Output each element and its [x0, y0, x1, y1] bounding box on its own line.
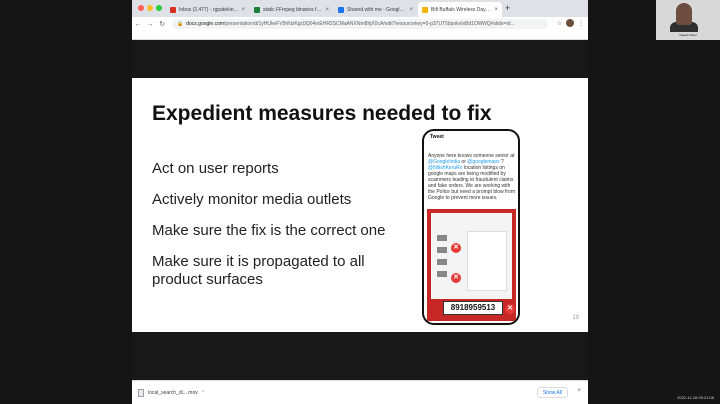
tab-title: static FFmpeg binaries for ma [263, 6, 322, 13]
download-item[interactable]: local_search_di....mov ⌃ [138, 387, 208, 399]
address-bar[interactable]: 🔒 docs.google.com /presentation/d/1yHUke… [172, 19, 548, 29]
menu-kebab-icon[interactable]: ⋮ [578, 20, 584, 27]
lock-icon: 🔒 [177, 21, 184, 27]
bullet-item: Make sure it is propagated to all produc… [152, 253, 365, 288]
tab-inbox[interactable]: Inbox (2,477) - rgpatekin@gm × [166, 2, 249, 17]
forward-icon[interactable]: → [144, 21, 156, 28]
sheets-icon [254, 6, 260, 13]
screen: Inbox (2,477) - rgpatekin@gm × static FF… [0, 0, 720, 404]
download-file-name: local_search_di....mov [148, 390, 198, 396]
new-tab-button[interactable]: + [505, 3, 510, 13]
back-icon[interactable]: ← [132, 21, 144, 28]
listing-thumbnail [437, 247, 447, 253]
bullet-item: Actively monitor media outlets [152, 191, 352, 208]
tweet-text-part: location listings on google maps are bei… [428, 165, 515, 201]
window-minimize-button[interactable] [147, 5, 153, 11]
chevron-down-icon[interactable]: ⌃ [201, 390, 205, 396]
slide-number: 19 [572, 315, 579, 321]
reload-icon[interactable]: ↻ [156, 20, 168, 28]
slides-icon [422, 6, 428, 13]
presenter-name: Rajesh Patel [679, 33, 697, 37]
profile-avatar[interactable] [566, 19, 574, 27]
browser-toolbar: ← → ↻ 🔒 docs.google.com /presentation/d/… [132, 17, 588, 31]
download-bar: local_search_di....mov ⌃ Show All × [132, 380, 588, 404]
tab-title: Bifi Buffalo Wireless Day Prop [431, 6, 492, 13]
listing-thumbnail [437, 271, 447, 277]
tab-close-icon[interactable]: × [325, 7, 329, 13]
slide-title: Expedient measures needed to fix [152, 102, 492, 125]
bookmark-bar [132, 31, 588, 40]
drive-icon [338, 6, 344, 13]
webcam-feed: Rajesh Patel [656, 0, 720, 40]
show-all-button[interactable]: Show All [536, 387, 568, 398]
tab-strip: Inbox (2,477) - rgpatekin@gm × static FF… [132, 0, 588, 17]
url-path: /presentation/d/1yHUkeFV9hNzKgc0Q04mEHR2… [224, 21, 515, 27]
tab-drive[interactable]: Shared with me - Google Drive × [334, 2, 417, 17]
listing-thumbnail [437, 259, 447, 265]
tweet-header: Tweet [430, 134, 444, 140]
red-x-icon: ✕ [505, 304, 515, 314]
browser-window: Inbox (2,477) - rgpatekin@gm × static FF… [132, 0, 588, 40]
url-domain: docs.google.com [186, 21, 225, 27]
maps-screenshot: ✕ ✕ [431, 213, 512, 299]
red-x-icon: ✕ [451, 273, 461, 283]
tab-slides[interactable]: Bifi Buffalo Wireless Day Prop × [418, 2, 502, 17]
slide: Expedient measures needed to fix Act on … [132, 78, 588, 332]
toolbar-actions: ☆ ⋮ [557, 19, 584, 27]
presenter-head [676, 3, 692, 25]
red-x-icon: ✕ [451, 243, 461, 253]
tab-close-icon[interactable]: × [409, 7, 413, 13]
bullet-item: Act on user reports [152, 160, 279, 177]
tab-close-icon[interactable]: × [494, 7, 498, 13]
window-close-button[interactable] [138, 5, 144, 11]
gmail-icon [170, 6, 176, 13]
close-icon[interactable]: × [577, 388, 581, 394]
bullet-item: Make sure the fix is the correct one [152, 222, 386, 239]
tweet-text: Anyone here knows someone senior at @Goo… [428, 153, 518, 201]
listing-thumbnail [437, 235, 447, 241]
tweet-image: ✕ ✕ 8918959513 ✕ [427, 209, 516, 321]
tab-close-icon[interactable]: × [241, 7, 245, 13]
bookmark-star-icon[interactable]: ☆ [557, 20, 562, 27]
listing-detail-card [467, 231, 507, 291]
tab-ffmpeg[interactable]: static FFmpeg binaries for ma × [250, 2, 333, 17]
tab-title: Inbox (2,477) - rgpatekin@gm [179, 6, 239, 13]
phone-screenshot: Tweet Anyone here knows someone senior a… [422, 129, 520, 325]
file-icon [138, 389, 144, 397]
window-maximize-button[interactable] [156, 5, 162, 11]
tab-title: Shared with me - Google Drive [347, 6, 406, 13]
phone-number-callout: 8918959513 [443, 301, 503, 315]
timestamp: 2022-11-16 09:21:08 [677, 395, 714, 400]
